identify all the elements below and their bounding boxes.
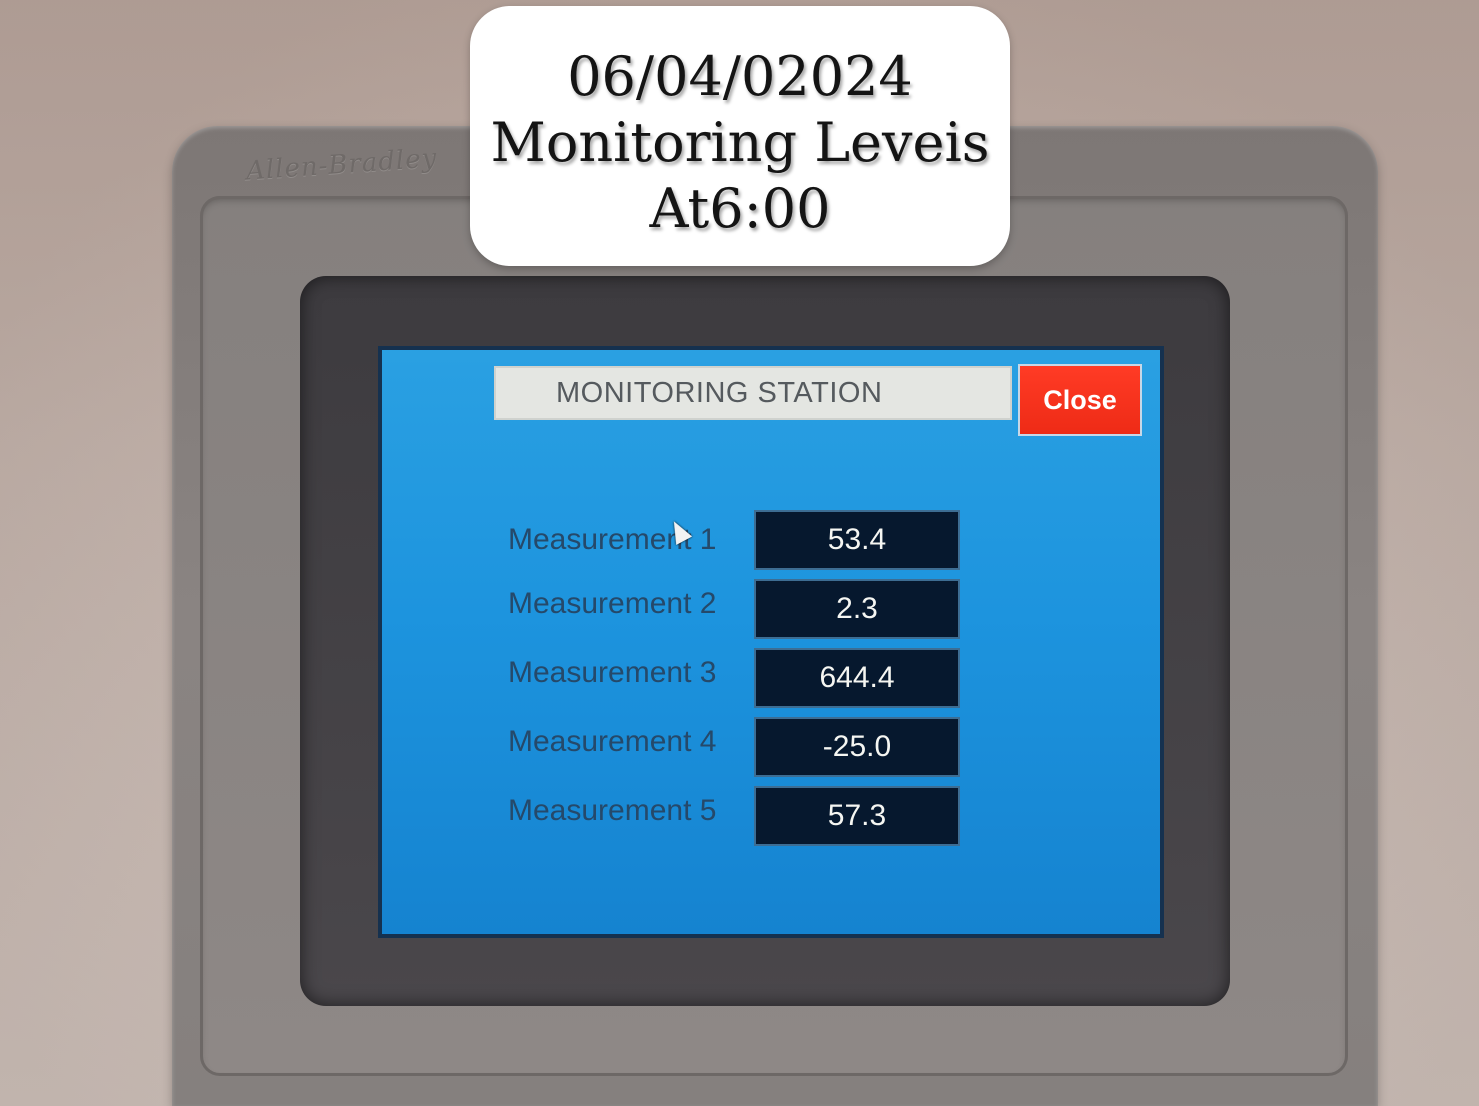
measurement-5-label: Measurement 5 [508, 794, 717, 827]
photo-caption: 06/04/02024 Monitoring Leveis At6:00 [470, 6, 1010, 266]
measurement-5-value: 57.3 [754, 786, 960, 846]
measurement-2-label: Measurement 2 [508, 587, 717, 620]
measurement-4-label: Measurement 4 [508, 725, 717, 758]
caption-time: At6:00 [649, 177, 831, 240]
caption-date: 06/04/02024 [567, 45, 913, 108]
hmi-screen: MONITORING STATION Close Measurement 1 5… [378, 346, 1164, 938]
measurement-3-value: 644.4 [754, 648, 960, 708]
caption-title: Monitoring Leveis [490, 111, 990, 174]
measurement-2-value: 2.3 [754, 579, 960, 639]
measurement-1-value: 53.4 [754, 510, 960, 570]
station-title: MONITORING STATION [494, 366, 1012, 420]
measurement-4-value: -25.0 [754, 717, 960, 777]
close-button[interactable]: Close [1018, 364, 1142, 436]
measurement-3-label: Measurement 3 [508, 656, 717, 689]
